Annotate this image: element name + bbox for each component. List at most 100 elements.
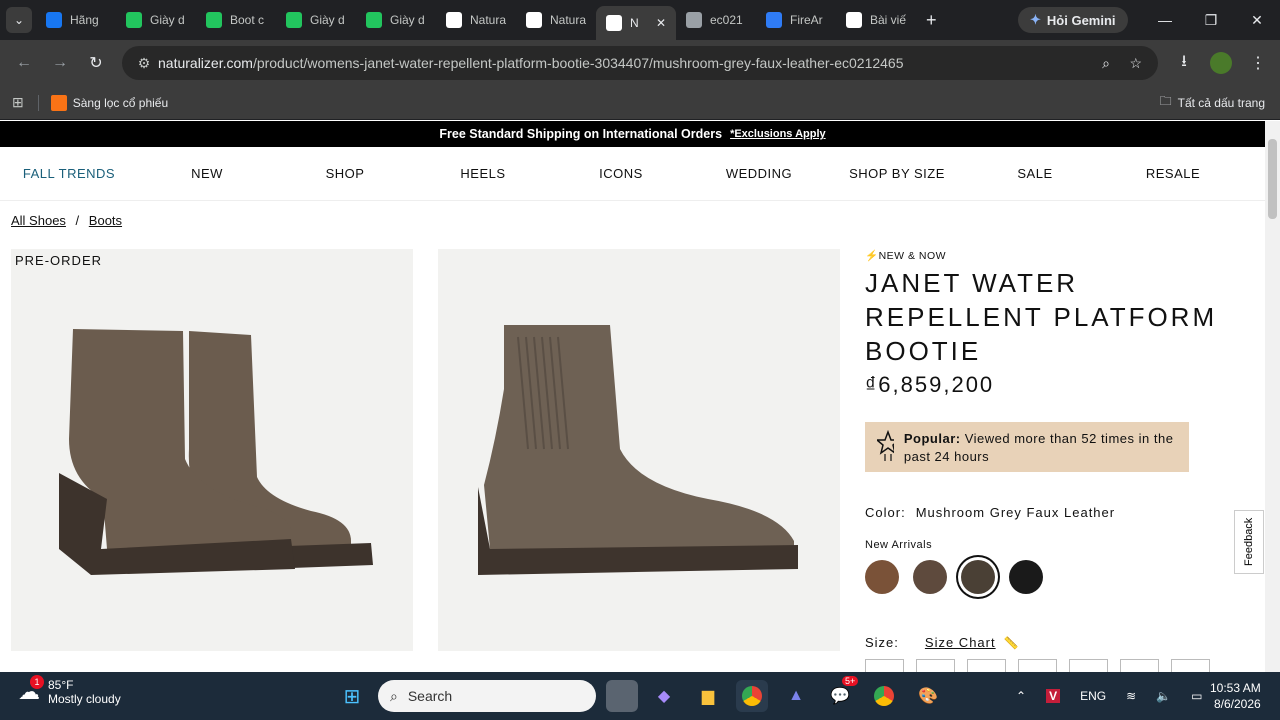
tab-label: Giày d bbox=[390, 13, 425, 27]
bookmark-star-icon[interactable]: ☆ bbox=[1129, 55, 1142, 72]
size-option[interactable] bbox=[967, 659, 1006, 672]
browser-tab[interactable]: Giày d bbox=[356, 4, 436, 36]
color-swatch[interactable] bbox=[913, 560, 947, 594]
breadcrumb: All Shoes / Boots bbox=[11, 213, 122, 228]
nav-item[interactable]: SHOP BY SIZE bbox=[828, 166, 966, 181]
clock[interactable]: 10:53 AM 8/6/2026 bbox=[1210, 680, 1261, 712]
product-image-pair[interactable]: PRE-ORDER bbox=[11, 249, 413, 651]
size-option[interactable] bbox=[1018, 659, 1057, 672]
size-option[interactable] bbox=[1171, 659, 1210, 672]
zoom-icon[interactable]: ⌕ bbox=[1102, 55, 1110, 72]
promo-banner: Free Standard Shipping on International … bbox=[0, 121, 1265, 147]
browser-tab[interactable]: Hãng bbox=[36, 4, 116, 36]
file-explorer-icon[interactable]: ▆ bbox=[692, 680, 724, 712]
taskbar-search[interactable]: ⌕ Search bbox=[378, 680, 596, 712]
weather-temp: 85°F bbox=[48, 678, 74, 692]
nav-item[interactable]: RESALE bbox=[1104, 166, 1242, 181]
bookmark-item[interactable]: Sàng lọc cổ phiếu bbox=[50, 94, 168, 111]
nav-item[interactable]: WEDDING bbox=[690, 166, 828, 181]
browser-tab[interactable]: FireAr bbox=[756, 4, 836, 36]
browser-tab[interactable]: Giày d bbox=[116, 4, 196, 36]
address-bar[interactable]: ⚙ naturalizer.com/product/womens-janet-w… bbox=[122, 46, 1158, 80]
product-image-side[interactable] bbox=[438, 249, 840, 651]
new-now-badge: ⚡NEW & NOW bbox=[865, 250, 947, 262]
site-info-icon[interactable]: ⚙ bbox=[130, 55, 158, 72]
nav-item[interactable]: SALE bbox=[966, 166, 1104, 181]
new-tab-button[interactable]: + bbox=[926, 10, 937, 31]
size-option[interactable] bbox=[1120, 659, 1159, 672]
battery-icon[interactable]: ▭ bbox=[1191, 689, 1202, 703]
browser-tab[interactable]: Giày d bbox=[276, 4, 356, 36]
reload-button[interactable]: ↻ bbox=[78, 45, 114, 81]
search-placeholder: Search bbox=[407, 688, 453, 704]
chevron-up-icon[interactable]: ⌃ bbox=[1016, 689, 1026, 703]
minimize-button[interactable]: — bbox=[1142, 0, 1188, 40]
main-nav: FALL TRENDS NEW SHOP HEELS ICONS WEDDING SHOP … bbox=[0, 147, 1265, 201]
teams-icon[interactable]: ▲ bbox=[780, 680, 812, 712]
volume-icon[interactable]: 🔈 bbox=[1156, 689, 1171, 703]
close-window-button[interactable]: ✕ bbox=[1234, 0, 1280, 40]
collection-label: New Arrivals bbox=[865, 539, 933, 551]
language-indicator[interactable]: ENG bbox=[1080, 689, 1106, 703]
tab-label: Natura bbox=[550, 13, 587, 27]
page-scrollbar[interactable] bbox=[1265, 121, 1280, 672]
exclusions-link[interactable]: *Exclusions Apply bbox=[730, 128, 826, 140]
nav-item[interactable]: ICONS bbox=[552, 166, 690, 181]
apps-grid-icon[interactable]: ⊞ bbox=[12, 94, 24, 111]
weather-desc: Mostly cloudy bbox=[48, 692, 121, 706]
size-option[interactable] bbox=[865, 659, 904, 672]
google-icon bbox=[446, 12, 462, 28]
browser-tab[interactable]: N ✕ bbox=[596, 6, 676, 40]
browser-tab[interactable]: Boot c bbox=[196, 4, 276, 36]
copilot-icon[interactable]: ◆ bbox=[648, 680, 680, 712]
nav-item[interactable]: SHOP bbox=[276, 166, 414, 181]
gemini-icon: ✦ bbox=[1030, 12, 1041, 27]
color-swatch[interactable] bbox=[865, 560, 899, 594]
zalo-icon[interactable]: 💬 5+ bbox=[824, 676, 859, 712]
scrollbar-thumb[interactable] bbox=[1268, 139, 1277, 219]
tab-label: FireAr bbox=[790, 13, 823, 27]
divider bbox=[37, 94, 39, 111]
gemini-button[interactable]: ✦ Hỏi Gemini bbox=[1018, 7, 1128, 33]
close-tab-icon[interactable]: ✕ bbox=[656, 16, 666, 30]
nav-item[interactable]: FALL TRENDS bbox=[0, 166, 138, 181]
breadcrumb-all-shoes[interactable]: All Shoes bbox=[11, 213, 66, 228]
system-tray: ⌃ V ENG ≋ 🔈 ▭ bbox=[1016, 672, 1202, 720]
chrome-icon[interactable] bbox=[736, 680, 768, 712]
browser-tab[interactable]: Bài viế bbox=[836, 4, 916, 36]
browser-tab[interactable]: Natura bbox=[436, 4, 516, 36]
tab-label: ec021 bbox=[710, 13, 743, 27]
size-option[interactable] bbox=[1069, 659, 1108, 672]
size-option[interactable] bbox=[916, 659, 955, 672]
antivirus-icon[interactable]: V bbox=[1046, 689, 1061, 703]
menu-icon[interactable]: ⋮ bbox=[1240, 45, 1276, 81]
forward-button[interactable]: → bbox=[42, 45, 78, 81]
wifi-icon[interactable]: ≋ bbox=[1126, 689, 1136, 703]
paint-icon[interactable]: 🎨 bbox=[912, 680, 944, 712]
start-icon[interactable]: ⊞ bbox=[336, 680, 368, 712]
size-chart-link[interactable]: Size Chart bbox=[925, 635, 996, 650]
color-value: Mushroom Grey Faux Leather bbox=[915, 505, 1116, 520]
color-swatch[interactable] bbox=[961, 560, 995, 594]
weather-widget[interactable]: ☁ 1 85°F Mostly cloudy bbox=[18, 675, 121, 706]
chrome-profile-icon[interactable] bbox=[868, 680, 900, 712]
color-swatch[interactable] bbox=[1009, 560, 1043, 594]
browser-tab[interactable]: ec021 bbox=[676, 4, 756, 36]
tab-label: Giày d bbox=[150, 13, 185, 27]
tab-label: Natura bbox=[470, 13, 507, 27]
facebook-icon bbox=[46, 12, 62, 28]
profile-avatar[interactable] bbox=[1210, 52, 1232, 74]
url-host: naturalizer.com bbox=[158, 55, 253, 71]
download-icon[interactable]: ⭳ bbox=[1166, 45, 1202, 81]
browser-tab[interactable]: Natura bbox=[516, 4, 596, 36]
tab-search-button[interactable]: ⌄ bbox=[6, 7, 32, 33]
boot-side-illustration bbox=[478, 325, 798, 575]
all-bookmarks[interactable]: 🗀 Tất cả dấu trang bbox=[1160, 92, 1265, 113]
feedback-tab[interactable]: Feedback bbox=[1234, 510, 1264, 574]
breadcrumb-boots[interactable]: Boots bbox=[89, 213, 122, 228]
nav-item[interactable]: NEW bbox=[138, 166, 276, 181]
restore-button[interactable]: ❐ bbox=[1188, 0, 1234, 40]
nav-item[interactable]: HEELS bbox=[414, 166, 552, 181]
task-view-icon[interactable] bbox=[606, 680, 638, 712]
back-button[interactable]: ← bbox=[6, 45, 42, 81]
